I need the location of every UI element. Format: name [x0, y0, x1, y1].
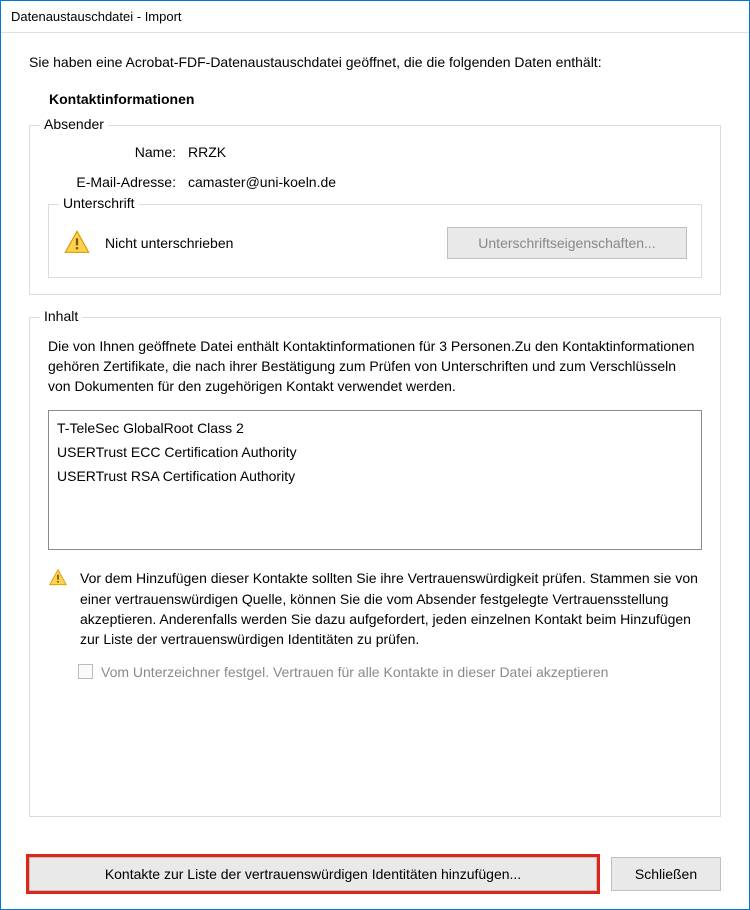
warning-icon [48, 568, 68, 588]
signature-status: Nicht unterschrieben [105, 235, 433, 251]
accept-trust-checkbox-row: Vom Unterzeichner festgel. Vertrauen für… [78, 664, 702, 680]
dialog-footer: Kontakte zur Liste der vertrauenswürdige… [1, 857, 749, 909]
titlebar[interactable]: Datenaustauschdatei - Import [1, 1, 749, 33]
accept-trust-label: Vom Unterzeichner festgel. Vertrauen für… [101, 664, 608, 680]
certificate-list[interactable]: T-TeleSec GlobalRoot Class 2 USERTrust E… [48, 410, 702, 550]
email-label: E-Mail-Adresse: [48, 174, 188, 190]
trust-warning-row: Vor dem Hinzufügen dieser Kontakte sollt… [48, 568, 702, 649]
close-button[interactable]: Schließen [611, 857, 721, 891]
email-value: camaster@uni-koeln.de [188, 174, 336, 190]
signature-legend: Unterschrift [59, 195, 139, 211]
list-item[interactable]: USERTrust ECC Certification Authority [57, 441, 693, 465]
name-value: RRZK [188, 144, 226, 160]
dialog-window: Datenaustauschdatei - Import Sie haben e… [0, 0, 750, 910]
signature-properties-button: Unterschriftseigenschaften... [447, 227, 687, 259]
list-item[interactable]: USERTrust RSA Certification Authority [57, 465, 693, 489]
content-legend: Inhalt [40, 308, 82, 324]
content-description: Die von Ihnen geöffnete Datei enthält Ko… [48, 336, 702, 397]
name-label: Name: [48, 144, 188, 160]
add-contacts-button[interactable]: Kontakte zur Liste der vertrauenswürdige… [29, 857, 597, 891]
window-title: Datenaustauschdatei - Import [11, 9, 182, 24]
contact-info-heading: Kontaktinformationen [49, 91, 721, 107]
accept-trust-checkbox [78, 664, 93, 679]
sender-name-row: Name: RRZK [48, 144, 702, 160]
warning-icon [63, 229, 91, 257]
dialog-content: Sie haben eine Acrobat-FDF-Datenaustausc… [1, 33, 749, 857]
intro-text: Sie haben eine Acrobat-FDF-Datenaustausc… [29, 53, 721, 73]
list-item[interactable]: T-TeleSec GlobalRoot Class 2 [57, 417, 693, 441]
sender-email-row: E-Mail-Adresse: camaster@uni-koeln.de [48, 174, 702, 190]
sender-legend: Absender [40, 116, 108, 132]
trust-warning-text: Vor dem Hinzufügen dieser Kontakte sollt… [80, 568, 702, 649]
content-group: Inhalt Die von Ihnen geöffnete Datei ent… [29, 317, 721, 817]
signature-group: Unterschrift Nicht unterschrieben Unters… [48, 204, 702, 278]
sender-group: Absender Name: RRZK E-Mail-Adresse: cama… [29, 125, 721, 295]
